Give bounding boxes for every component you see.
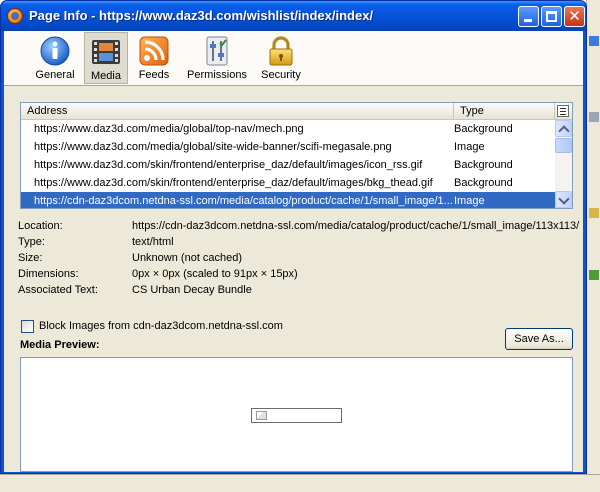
media-row-type: Image	[454, 195, 485, 207]
block-images-label: Block Images from cdn-daz3dcom.netdna-ss…	[39, 320, 283, 332]
dialog-client-area: General Media Feeds Permissions Security…	[4, 31, 583, 472]
background-window-strip	[0, 474, 600, 492]
detail-value: 0px × 0px (scaled to 91px × 15px)	[132, 268, 298, 280]
media-row-type: Background	[454, 177, 513, 189]
media-row-address: https://www.daz3d.com/skin/frontend/ente…	[34, 177, 433, 189]
detail-location: Location: https://cdn-daz3dcom.netdna-ss…	[18, 220, 580, 236]
maximize-button[interactable]	[541, 6, 562, 27]
media-row-selected[interactable]: https://cdn-daz3dcom.netdna-ssl.com/medi…	[21, 192, 555, 208]
detail-label: Size:	[18, 252, 43, 264]
tab-media[interactable]: Media	[84, 32, 128, 84]
scroll-up-button[interactable]	[555, 120, 572, 137]
page-info-toolbar: General Media Feeds Permissions Security	[4, 31, 583, 86]
media-row-type: Background	[454, 123, 513, 135]
media-preview-label: Media Preview:	[20, 339, 100, 351]
detail-label: Associated Text:	[18, 284, 98, 296]
tab-security-label: Security	[261, 69, 301, 81]
window-title: Page Info - https://www.daz3d.com/wishli…	[29, 8, 374, 23]
tab-general[interactable]: General	[34, 32, 76, 84]
tab-media-label: Media	[91, 70, 121, 82]
block-images-checkbox[interactable]	[21, 320, 34, 333]
tab-feeds-label: Feeds	[138, 69, 170, 81]
close-button[interactable]: ✕	[564, 6, 585, 27]
background-fragment	[589, 112, 599, 122]
media-list[interactable]: Address Type https://www.daz3d.com/media…	[20, 102, 573, 209]
scroll-thumb[interactable]	[555, 138, 572, 153]
background-window-edge	[586, 0, 600, 492]
padlock-icon	[269, 36, 293, 66]
media-row[interactable]: https://www.daz3d.com/media/global/site-…	[21, 138, 555, 156]
detail-value: Unknown (not cached)	[132, 252, 243, 264]
close-icon: ✕	[568, 7, 581, 25]
detail-label: Type:	[18, 236, 45, 248]
detail-type: Type: text/html	[18, 236, 580, 252]
media-list-scrollbar[interactable]	[555, 120, 572, 208]
media-row-address: https://cdn-daz3dcom.netdna-ssl.com/medi…	[34, 195, 453, 207]
column-header-type[interactable]: Type	[454, 103, 555, 120]
column-header-address[interactable]: Address	[21, 103, 454, 120]
media-row[interactable]: https://www.daz3d.com/skin/frontend/ente…	[21, 156, 555, 174]
scroll-down-button[interactable]	[555, 191, 572, 208]
minimize-icon	[524, 19, 532, 22]
media-film-icon	[92, 40, 120, 64]
detail-label: Location:	[18, 220, 63, 232]
column-picker-icon[interactable]	[557, 105, 569, 117]
detail-size: Size: Unknown (not cached)	[18, 252, 580, 268]
rss-feed-icon	[139, 36, 169, 66]
media-preview-pane	[20, 357, 573, 472]
preview-image-placeholder	[251, 408, 342, 423]
page-info-window: Page Info - https://www.daz3d.com/wishli…	[0, 0, 587, 474]
background-fragment	[589, 208, 599, 218]
detail-label: Dimensions:	[18, 268, 79, 280]
minimize-button[interactable]	[518, 6, 539, 27]
background-fragment	[589, 270, 599, 280]
media-row[interactable]: https://www.daz3d.com/skin/frontend/ente…	[21, 174, 555, 192]
background-fragment	[589, 36, 599, 46]
tab-general-label: General	[35, 69, 75, 81]
media-list-header: Address Type	[21, 103, 572, 120]
detail-associated-text: Associated Text: CS Urban Decay Bundle	[18, 284, 580, 300]
firefox-icon	[7, 8, 23, 24]
media-row-type: Background	[454, 159, 513, 171]
detail-value: text/html	[132, 236, 174, 248]
media-row-address: https://www.daz3d.com/skin/frontend/ente…	[34, 159, 423, 171]
permissions-sliders-icon	[206, 36, 228, 66]
save-as-button[interactable]: Save As...	[505, 328, 573, 350]
detail-dimensions: Dimensions: 0px × 0px (scaled to 91px × …	[18, 268, 580, 284]
media-row-address: https://www.daz3d.com/media/global/site-…	[34, 141, 392, 153]
tab-feeds[interactable]: Feeds	[134, 32, 174, 84]
detail-value: CS Urban Decay Bundle	[132, 284, 252, 296]
title-bar[interactable]: Page Info - https://www.daz3d.com/wishli…	[1, 1, 586, 31]
media-row-address: https://www.daz3d.com/media/global/top-n…	[34, 123, 304, 135]
media-row[interactable]: https://www.daz3d.com/media/global/top-n…	[21, 120, 555, 138]
maximize-icon	[546, 11, 557, 22]
tab-permissions[interactable]: Permissions	[186, 32, 248, 84]
tab-security[interactable]: Security	[258, 32, 304, 84]
info-icon	[40, 36, 70, 66]
tab-permissions-label: Permissions	[187, 69, 247, 81]
media-row-type: Image	[454, 141, 485, 153]
detail-value: https://cdn-daz3dcom.netdna-ssl.com/medi…	[132, 220, 580, 232]
broken-image-icon	[256, 411, 267, 420]
